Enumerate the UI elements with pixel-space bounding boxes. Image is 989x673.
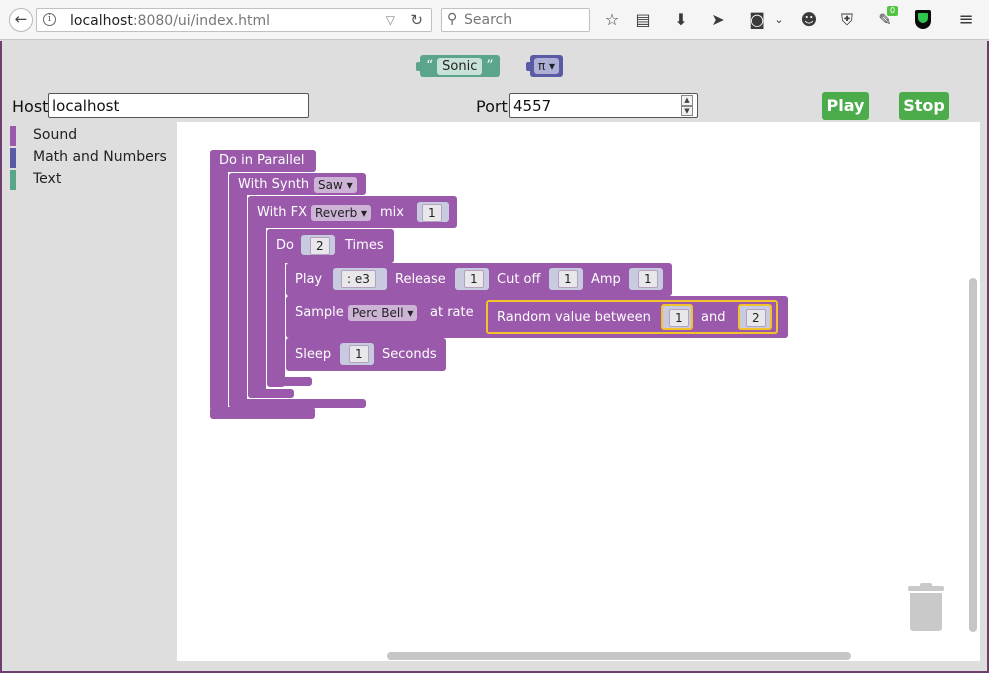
search-box[interactable]: ⚲ [441,8,590,32]
url-host: localhost [70,13,133,29]
sleep-field[interactable]: 1 [349,345,369,363]
stepper-up-icon[interactable]: ▲ [681,95,693,106]
random-label: Random value between [497,310,651,325]
release-field[interactable]: 1 [464,270,484,288]
chevron-down-icon[interactable]: ⌄ [768,9,790,31]
category-color-swatch [10,126,16,146]
reading-list-icon[interactable]: ▤ [632,9,654,31]
stepper-down-icon[interactable]: ▼ [681,105,693,116]
with-synth-label: With Synth [238,177,310,192]
trash-lid [908,586,944,591]
pi-constant-block[interactable]: π ▾ [525,55,564,77]
and-label: and [701,310,726,325]
synth-dropdown[interactable]: Saw ▾ [314,177,357,193]
browser-toolbar: ← i localhost:8080/ui/index.html ▽ ↻ ⚲ ☆… [0,0,989,40]
amp-label: Amp [591,272,621,287]
url-path: :8080/ui/index.html [132,13,271,29]
open-quote-icon: “ [426,58,434,74]
play-button[interactable]: Play [822,92,869,120]
rate-label: at rate [430,305,474,320]
mix-label: mix [380,205,404,220]
parallel-label: Do in Parallel [219,153,305,168]
extension-badge: 0 [887,6,899,16]
sonic-text-field[interactable]: Sonic [437,57,483,75]
random-min-field[interactable]: 1 [669,309,689,327]
host-label: Host [12,97,49,116]
blockly-workspace[interactable]: Do in Parallel With Synth Saw ▾ With FX … [177,122,980,661]
back-arrow-icon[interactable]: ← [9,8,33,32]
seconds-label: Seconds [382,347,437,362]
release-label: Release [395,272,446,287]
cutoff-field[interactable]: 1 [558,270,578,288]
pi-dropdown[interactable]: π ▾ [534,58,560,74]
category-label: Sound [33,127,78,143]
sonic-pi-blocks-app: “ Sonic ” π ▾ Host Port ▲ ▼ Play Stop So… [0,41,989,673]
stop-button[interactable]: Stop [899,92,949,120]
parallel-block-foot[interactable] [210,407,315,419]
note-field[interactable]: : e3 [341,270,376,288]
search-icon: ⚲ [447,11,458,27]
close-quote-icon: ” [486,58,494,74]
with-synth-foot[interactable] [229,399,366,408]
hamburger-menu-icon[interactable]: ≡ [955,9,977,31]
random-max-field[interactable]: 2 [746,309,766,327]
url-text[interactable]: localhost:8080/ui/index.html [70,13,270,29]
sample-label: Sample [295,305,344,320]
parallel-block-spine[interactable] [210,150,228,410]
search-input[interactable] [464,11,584,29]
download-icon[interactable]: ⬇ [670,9,692,31]
pocket-icon[interactable]: ▽ [386,13,395,27]
mix-value-field[interactable]: 1 [422,204,442,222]
chat-icon[interactable]: ☻ [798,9,820,31]
url-bar[interactable]: i localhost:8080/ui/index.html ▽ ↻ [36,8,432,32]
with-fx-foot[interactable] [248,389,294,398]
host-input[interactable] [48,93,309,118]
sleep-label: Sleep [295,347,332,362]
toolbox-category-math[interactable]: Math and Numbers [8,147,176,169]
pocket-save-icon[interactable]: ◙ [746,9,768,31]
port-stepper[interactable]: ▲ ▼ [681,95,693,116]
category-color-swatch [10,170,16,190]
with-synth-spine[interactable] [229,173,247,407]
port-input[interactable] [509,93,698,118]
trash-icon[interactable] [908,583,944,632]
category-color-swatch [10,148,16,168]
info-icon[interactable]: i [43,13,56,26]
repeat-foot[interactable] [267,377,312,386]
category-label: Text [33,171,62,187]
vertical-scrollbar[interactable] [969,278,977,632]
play-label: Play [295,272,323,287]
toolbox: Sound Math and Numbers Text [8,125,176,191]
reload-icon[interactable]: ↻ [410,11,423,29]
category-label: Math and Numbers [33,149,167,165]
with-fx-label: With FX [257,205,308,220]
trash-bin [910,593,942,631]
toolbox-category-sound[interactable]: Sound [8,125,176,147]
with-fx-spine[interactable] [248,196,266,398]
horizontal-scrollbar[interactable] [387,652,851,660]
do-count-field[interactable]: 2 [310,237,330,255]
cutoff-label: Cut off [497,272,541,287]
times-label: Times [345,238,384,253]
amp-field[interactable]: 1 [638,270,658,288]
send-icon[interactable]: ➤ [707,9,729,31]
port-label: Port [476,97,508,116]
toolbox-category-text[interactable]: Text [8,169,176,191]
do-label: Do [276,238,294,253]
adblock-shield-icon[interactable] [915,10,931,29]
bookmark-star-icon[interactable]: ☆ [601,9,623,31]
fx-dropdown[interactable]: Reverb ▾ [311,205,372,221]
ublock-icon[interactable]: ⛨ [836,9,858,31]
sample-dropdown[interactable]: Perc Bell ▾ [348,305,418,321]
sonic-text-block[interactable]: “ Sonic ” [416,55,500,77]
